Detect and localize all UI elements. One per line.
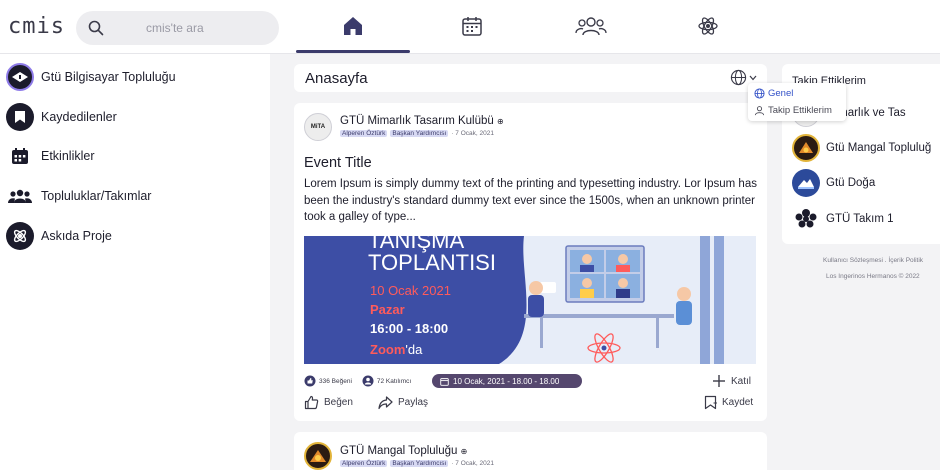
avatar-text: MiTA (310, 124, 326, 130)
avatar[interactable]: MiTA (304, 113, 332, 141)
sidebar-item-projects[interactable]: Askıda Proje (6, 221, 112, 251)
user-icon (754, 105, 765, 115)
group-icon (6, 182, 34, 210)
app-logo[interactable]: cmis (8, 14, 65, 39)
feed-filter-menu: Genel Takip Ettiklerim (748, 83, 846, 121)
home-icon[interactable] (341, 14, 365, 38)
menu-item-label: Genel (768, 87, 794, 99)
post-meta: Alperen Öztürk Başkan Yardımcısı · 7 Oca… (340, 130, 494, 137)
avatar[interactable] (304, 442, 332, 470)
like-label: Beğen (324, 397, 353, 408)
chevron-down-icon[interactable] (749, 75, 757, 81)
poster-day: Pazar (370, 302, 405, 317)
menu-item-label: Takip Ettiklerim (768, 104, 832, 116)
save-label: Kaydet (722, 397, 754, 408)
avatar (792, 205, 820, 233)
globe-icon[interactable] (730, 69, 747, 86)
club-logo-icon (6, 63, 34, 91)
club-name-text: GTÜ Mangal Topluluğu (340, 445, 458, 457)
event-title: Event Title (304, 155, 372, 171)
top-bar: cmis (0, 0, 940, 54)
calendar-icon (440, 377, 449, 386)
sidebar-item-label: Gtü Bilgisayar Topluluğu (41, 70, 176, 84)
search-icon (88, 20, 104, 36)
event-description: Lorem Ipsum is simply dummy text of the … (304, 178, 757, 223)
share-icon (378, 396, 393, 410)
sidebar-item-label: Askıda Proje (41, 229, 112, 243)
sidebar-item-communities[interactable]: Topluluklar/Takımlar (6, 181, 151, 211)
menu-item-general[interactable]: Genel (754, 86, 793, 100)
sidebar-item-label: Kaydedilenler (41, 110, 117, 124)
share-label: Paylaş (398, 397, 429, 408)
save-button[interactable]: Kaydet (704, 395, 753, 410)
role-tag: Başkan Yardımcısı (390, 460, 449, 467)
post-stats: 336 Beğeni 72 Katılımcı (304, 375, 411, 387)
left-sidebar: Gtü Bilgisayar Topluluğu Kaydedilenler E… (0, 54, 270, 470)
sidebar-item-label: Topluluklar/Takımlar (41, 189, 152, 203)
club-name[interactable]: GTÜ Mimarlık Tasarım Kulübü ⊕ (340, 115, 504, 127)
post-date: · 7 Ocak, 2021 (451, 460, 494, 467)
post-date: · 7 Ocak, 2021 (451, 130, 494, 137)
author-tag[interactable]: Alperen Öztürk (340, 460, 388, 467)
sidebar-item-label: Etkinlikler (41, 149, 95, 163)
calendar-icon (6, 142, 34, 170)
search-input[interactable] (76, 11, 279, 45)
sidebar-item-saved[interactable]: Kaydedilenler (6, 102, 117, 132)
like-button[interactable]: Beğen (304, 395, 353, 410)
poster-platform: Zoom'da (370, 342, 422, 357)
role-tag: Başkan Yardımcısı (390, 130, 449, 137)
following-item-label: GTÜ Takım 1 (826, 213, 894, 225)
join-button[interactable]: Katıl (712, 374, 751, 388)
poster-line2: TOPLANTISI (368, 250, 496, 275)
post-meta: Alperen Öztürk Başkan Yardımcısı · 7 Oca… (340, 460, 494, 467)
plus-icon (713, 375, 725, 387)
following-item[interactable]: GTÜ Takım 1 (792, 204, 894, 234)
event-poster[interactable]: TANIŞMA TOPLANTISI 10 Ocak 2021 Pazar 16… (304, 236, 756, 364)
following-item-label: Gtü Mangal Topluluğ (826, 142, 932, 154)
people-icon[interactable] (575, 14, 607, 38)
public-globe-icon: ⊕ (460, 447, 468, 456)
club-name[interactable]: GTÜ Mangal Topluluğu ⊕ (340, 445, 467, 457)
participant-icon (362, 375, 374, 387)
calendar-icon[interactable] (460, 14, 484, 38)
thumbs-up-icon (304, 395, 319, 410)
bookmark-add-icon (704, 395, 717, 410)
poster-date: 10 Ocak 2021 (370, 283, 451, 298)
join-label: Katıl (731, 375, 752, 387)
event-time: 10 Ocak, 2021 - 18.00 - 18.00 (453, 376, 560, 386)
poster-time: 16:00 - 18:00 (370, 321, 449, 336)
footer-copyright: Los Ingerinos Hermanos © 2022 (826, 273, 920, 280)
following-item[interactable]: Gtü Doğa (792, 168, 875, 198)
event-time-pill: 10 Ocak, 2021 - 18.00 - 18.00 (432, 374, 582, 388)
feed-header: Anasayfa (294, 64, 767, 92)
like-count: 336 Beğeni (319, 377, 352, 385)
poster-platform-zoom: Zoom (370, 342, 406, 357)
post-card: MiTA GTÜ Mimarlık Tasarım Kulübü ⊕ Alper… (294, 103, 767, 421)
poster-platform-suffix: 'da (405, 342, 423, 357)
share-button[interactable]: Paylaş (378, 395, 428, 410)
project-icon (6, 222, 34, 250)
sidebar-item-events[interactable]: Etkinlikler (6, 141, 95, 171)
sidebar-item-club[interactable]: Gtü Bilgisayar Topluluğu (6, 62, 176, 92)
public-globe-icon: ⊕ (497, 117, 504, 126)
like-count-icon (304, 375, 316, 387)
page-title: Anasayfa (305, 70, 368, 87)
active-tab-indicator (296, 50, 410, 53)
club-name-text: GTÜ Mimarlık Tasarım Kulübü (340, 115, 494, 127)
avatar (792, 134, 820, 162)
globe-icon (754, 87, 765, 99)
author-tag[interactable]: Alperen Öztürk (340, 130, 388, 137)
menu-item-following[interactable]: Takip Ettiklerim (754, 103, 832, 117)
atom-icon[interactable] (696, 14, 720, 38)
avatar (792, 169, 820, 197)
footer-links[interactable]: Kullanıcı Sözleşmesi . İçerik Politik (823, 257, 923, 264)
bookmark-icon (6, 103, 34, 131)
following-item-label: Gtü Doğa (826, 177, 876, 189)
following-item[interactable]: Gtü Mangal Topluluğ (792, 133, 931, 163)
post-card: GTÜ Mangal Topluluğu ⊕ Alperen Öztürk Ba… (294, 432, 767, 470)
participant-count: 72 Katılımcı (376, 377, 412, 385)
